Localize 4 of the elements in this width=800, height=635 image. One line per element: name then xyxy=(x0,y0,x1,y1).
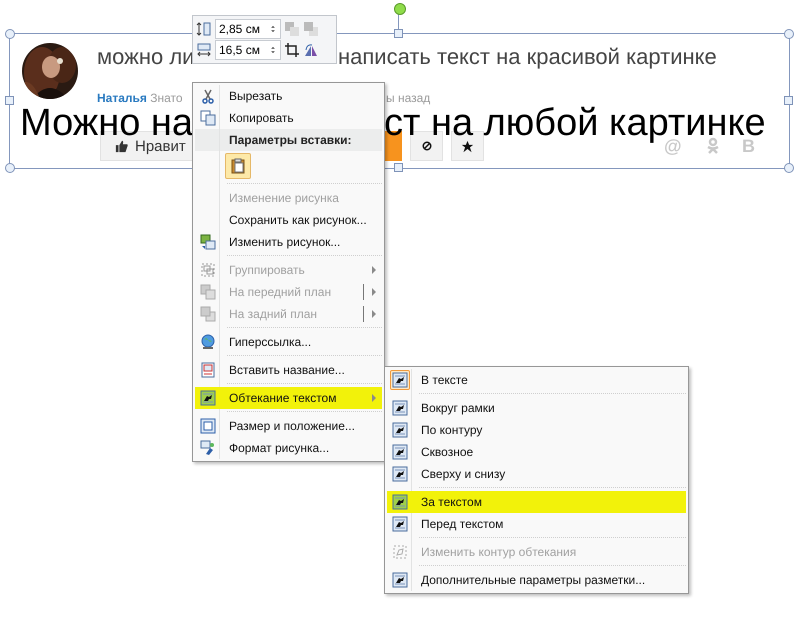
menu-section-header: Параметры вставки: xyxy=(195,129,382,151)
post-meta: ы назад xyxy=(386,91,430,105)
post-meta: Знато xyxy=(150,91,183,105)
post-title: написать текст на красивой картинке xyxy=(338,44,717,70)
